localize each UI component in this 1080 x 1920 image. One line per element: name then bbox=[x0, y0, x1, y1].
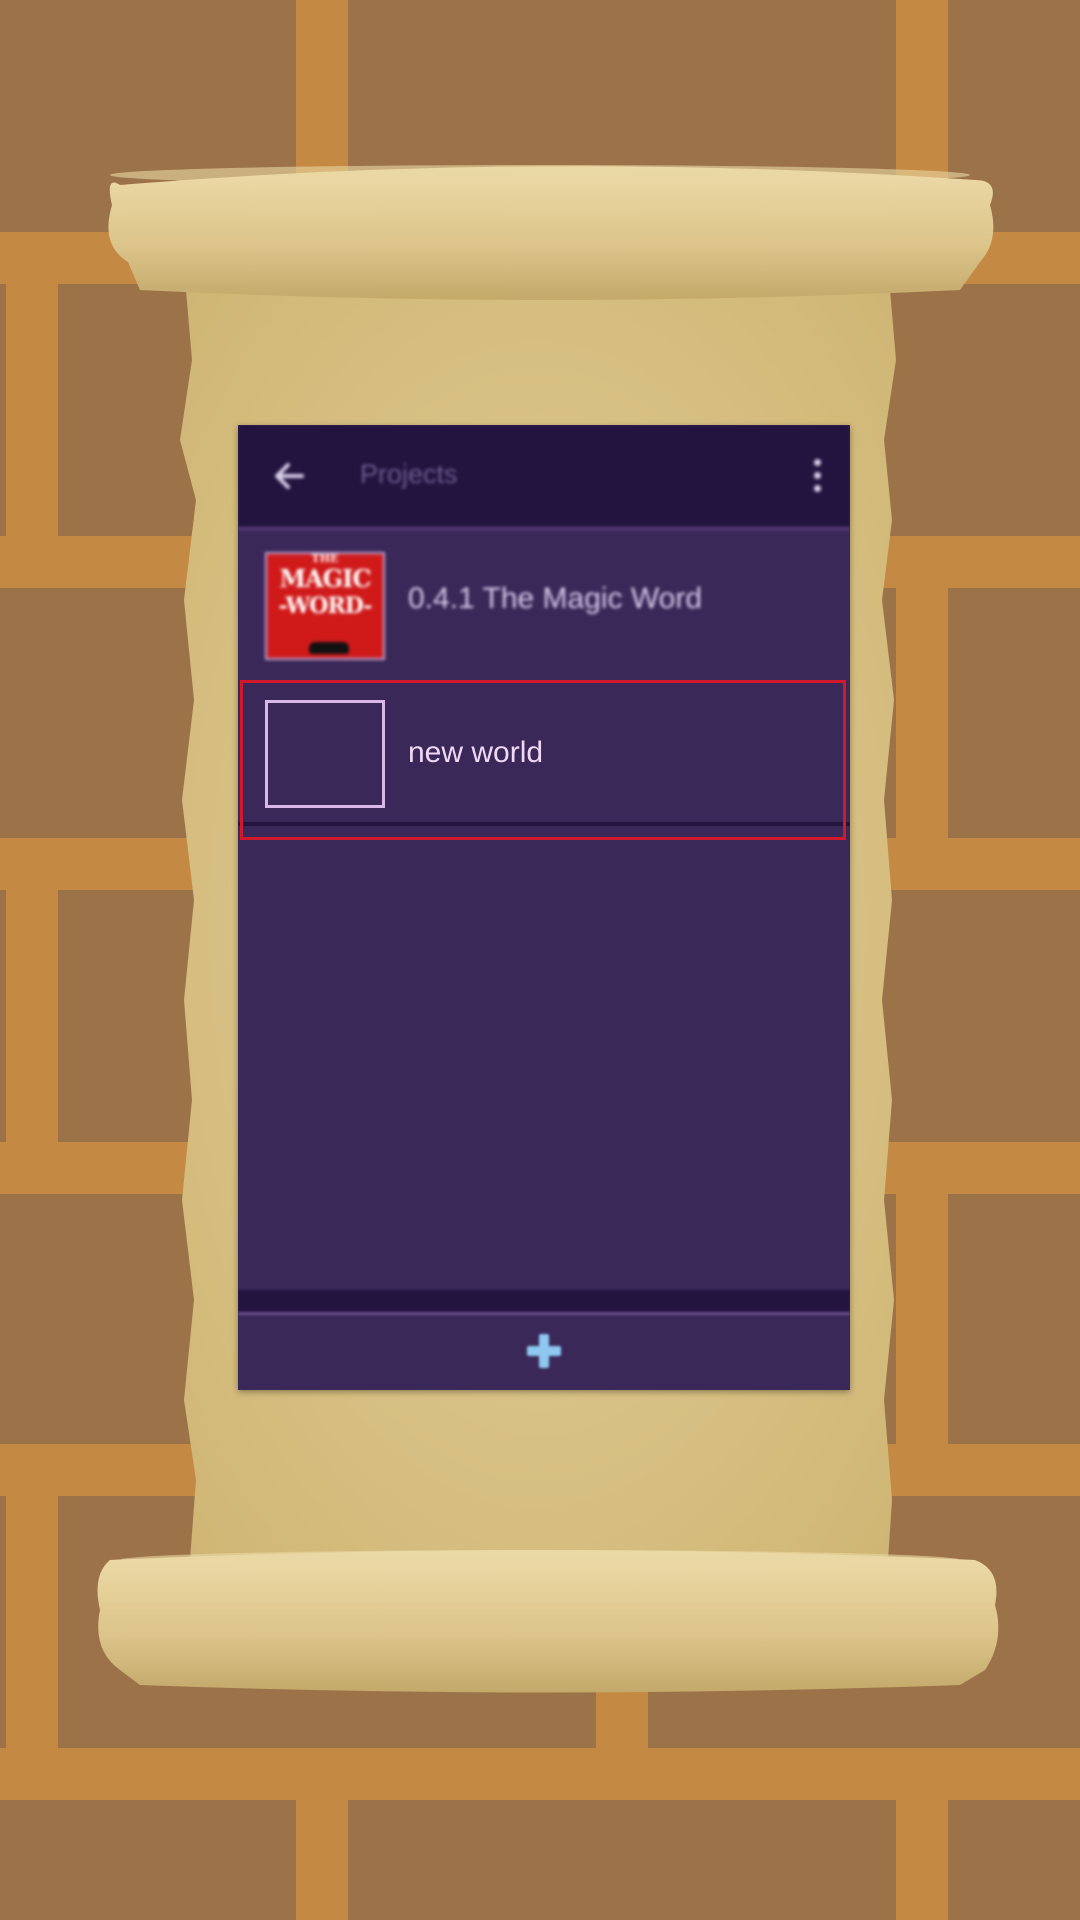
arrow-left-icon[interactable] bbox=[272, 459, 306, 493]
project-item-new-world[interactable]: new world bbox=[238, 678, 850, 826]
page-title: Projects bbox=[360, 459, 458, 489]
plus-icon bbox=[527, 1334, 561, 1368]
thumbnail-text-line3: -WORD- bbox=[278, 593, 373, 619]
add-project-button[interactable] bbox=[524, 1331, 564, 1371]
overflow-menu-icon[interactable] bbox=[810, 459, 824, 493]
project-list: THE MAGIC -WORD- 0.4.1 The Magic Word ne… bbox=[238, 530, 850, 826]
wizard-hat-icon bbox=[309, 642, 349, 654]
project-name: new world bbox=[408, 736, 544, 769]
app-screen: Projects THE MAGIC -WORD- 0.4.1 The Magi… bbox=[238, 425, 850, 1390]
bottom-bar bbox=[238, 1290, 850, 1390]
project-thumbnail: THE MAGIC -WORD- bbox=[265, 552, 385, 660]
toolbar: Projects bbox=[238, 425, 850, 530]
list-divider bbox=[238, 822, 850, 826]
thumbnail-text-line2: MAGIC bbox=[279, 564, 371, 593]
project-name: 0.4.1 The Magic Word bbox=[408, 582, 703, 615]
project-thumbnail-empty bbox=[265, 700, 385, 808]
project-item-magic-word[interactable]: THE MAGIC -WORD- 0.4.1 The Magic Word bbox=[238, 530, 850, 678]
